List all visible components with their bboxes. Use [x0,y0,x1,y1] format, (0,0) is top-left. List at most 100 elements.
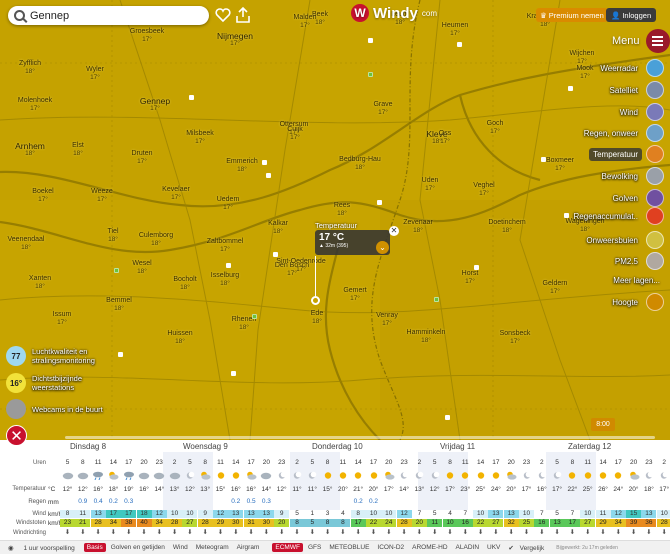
webcam-marker[interactable] [189,95,194,100]
city-label[interactable]: Bocholt 18° [173,276,196,292]
webcam-marker[interactable] [445,415,450,420]
tab-meteogram[interactable]: Meteogram [193,543,232,552]
city-label[interactable]: Issum 17° [53,311,72,327]
city-label[interactable]: Zyfflich 18° [19,60,41,76]
city-label[interactable]: Wesel 18° [132,260,151,276]
city-label[interactable]: Wijchen 17° [570,50,595,66]
compare-button[interactable]: ✔ Vergelijk [504,544,552,552]
webcam-marker[interactable] [273,252,278,257]
city-label[interactable]: Isselburg 18° [211,272,239,288]
city-label[interactable]: Kevelaer 17° [162,186,190,202]
webcam-marker[interactable] [266,173,271,178]
city-label[interactable]: Gennep 17° [140,97,170,113]
city-label[interactable]: Heumen 17° [442,22,468,38]
city-label[interactable]: Groesbeek 17° [130,28,164,44]
model-gfs[interactable]: GFS [305,543,324,552]
tab-basis[interactable]: Basis [83,543,106,552]
city-label[interactable]: Uedem 17° [217,196,240,212]
forecast-toggle[interactable]: ◉ 1 uur voorspelling [0,544,83,552]
station-marker[interactable] [434,297,439,302]
webcam-marker[interactable] [474,265,479,270]
layer-bewolking[interactable]: Bewolking [598,167,664,185]
city-label[interactable]: Veenendaal 18° [8,236,45,252]
city-label[interactable]: Zevenaar 18° [403,219,433,235]
day-name[interactable]: Woensdag 9 [183,442,228,451]
city-label[interactable]: Bemmel 18° [106,297,132,313]
layer-regen-onweer[interactable]: Regen, onweer [580,124,664,142]
model-meteoblue[interactable]: METEOBLUE [326,543,372,552]
close-popup-icon[interactable]: ✕ [389,226,399,236]
webcam-marker[interactable] [231,371,236,376]
layer-regenaccumulat[interactable]: Regenaccumulat.. [570,207,664,225]
city-label[interactable]: Kalkar 18° [268,220,288,236]
webcam-marker[interactable] [377,200,382,205]
menu-button[interactable]: Menu [604,29,670,53]
webcam-marker[interactable] [457,42,462,47]
model-ecmwf[interactable]: ECMWF [272,543,303,552]
timeline-bar[interactable] [65,436,655,439]
city-label[interactable]: Veghel 17° [473,182,494,198]
layer-onweersbuien[interactable]: Onweersbuien [582,231,664,249]
webcams-widget[interactable]: Webcams in de buurt [6,399,112,419]
city-label[interactable]: Xanten 18° [29,275,51,291]
day-name[interactable]: Vrijdag 11 [440,442,475,451]
day-name[interactable]: Zaterdag 12 [568,442,611,451]
layer-meer-lagen[interactable]: Meer lagen... [609,271,664,289]
city-label[interactable]: Geldern 17° [543,280,568,296]
day-name[interactable]: Dinsdag 8 [70,442,106,451]
webcam-marker[interactable] [568,86,573,91]
login-button[interactable]: 👤 Inloggen [606,8,657,22]
city-label[interactable]: Uden 17° [422,177,439,193]
layer-pm2-5[interactable]: PM2.5 [611,252,664,270]
layer-golven[interactable]: Golven [609,189,664,207]
city-label[interactable]: Tiel 18° [107,228,118,244]
tab-golven[interactable]: Golven en getijden [108,543,168,552]
city-label[interactable]: Huissen 18° [167,330,192,346]
webcam-marker[interactable] [262,160,267,165]
model-icon-d2[interactable]: ICON-D2 [374,543,407,552]
station-marker[interactable] [114,268,119,273]
share-icon[interactable] [234,6,252,24]
city-label[interactable]: Molenhoek 17° [18,97,52,113]
search-box[interactable] [8,6,209,25]
windy-logo[interactable]: W Windy com [351,4,437,22]
city-label[interactable]: Emmerich 18° [226,158,258,174]
city-label[interactable]: Venray 17° [376,312,398,328]
city-label[interactable]: Nijmegen 17° [217,32,253,48]
city-label[interactable]: Rees 18° [334,202,350,218]
city-label[interactable]: Weeze 17° [91,188,113,204]
city-label[interactable]: Cuijk 17° [287,126,303,142]
time-bubble[interactable]: 8:00 [591,418,615,431]
station-marker[interactable] [368,72,373,77]
tab-airgram[interactable]: Airgram [234,543,263,552]
heart-icon[interactable] [214,6,232,24]
webcam-marker[interactable] [541,157,546,162]
model-ukv[interactable]: UKV [484,543,503,552]
model-arome-hd[interactable]: AROME-HD [409,543,450,552]
day-name[interactable]: Donderdag 10 [312,442,363,451]
city-label[interactable]: Bedburg-Hau 18° [339,156,381,172]
layer-wind[interactable]: Wind [616,103,664,121]
stations-widget[interactable]: 16° Dichtstbijzijnde weerstations [6,373,112,393]
city-label[interactable]: Oss 17° [439,130,451,146]
city-label[interactable]: Hamminkeln 18° [407,329,446,345]
air-quality-widget[interactable]: 77 Luchtkwaliteit en stralingsmonitoring [6,346,112,366]
layer-temperatuur[interactable]: Temperatuur [589,145,664,163]
webcam-marker[interactable] [368,38,373,43]
city-label[interactable]: Druten 17° [131,150,152,166]
layer-weerradar[interactable]: Weerradar [596,59,664,77]
city-label[interactable]: Gemert 17° [343,287,366,303]
city-label[interactable]: Boekel 17° [32,188,53,204]
city-label[interactable]: Culemborg 18° [139,232,173,248]
search-input[interactable] [30,9,190,22]
city-label[interactable]: Wyler 17° [86,66,104,82]
premium-button[interactable]: ♛ Premium nemen [536,8,608,22]
city-label[interactable]: Mook 17° [576,65,593,81]
city-label[interactable]: Ede 18° [311,310,323,326]
layer-hoogte[interactable]: Hoogte [608,293,664,311]
city-label[interactable]: Elst 18° [72,142,84,158]
city-label[interactable]: Arnhem 18° [15,142,45,158]
layer-satelliet[interactable]: Satelliet [606,81,664,99]
city-label[interactable]: Horst 17° [462,270,479,286]
city-label[interactable]: Milsbeek 17° [186,130,214,146]
